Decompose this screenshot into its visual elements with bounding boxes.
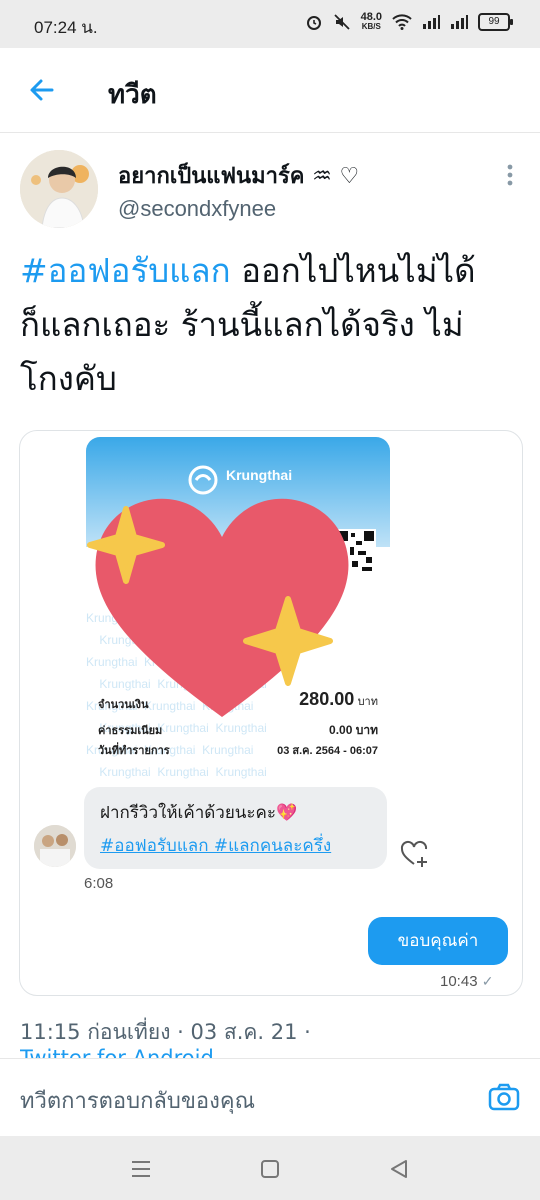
chat-avatar [34,825,76,867]
date-label: วันที่ทำรายการ [98,744,170,757]
incoming-message: ฝากรีวิวให้เค้าด้วยนะคะ💖 [100,803,298,823]
signal-icon [423,15,440,29]
incoming-time: 6:08 [84,875,114,892]
tweet-text: #ออฟอรับแลก ออกไปไหนไม่ได้ ก็แลกเถอะ ร้า… [20,244,525,406]
status-bar: 07:24 น. 48.0 KB/S 99 [0,0,540,48]
date-value: 03 ส.ค. 2564 - 06:07 [277,745,378,757]
tweet-text-line1: ออกไปไหนไม่ได้ [230,251,476,290]
date-row: วันที่ทำรายการ 03 ส.ค. 2564 - 06:07 [98,741,378,759]
chat-bubble-outgoing: ขอบคุณค่า [368,917,508,965]
camera-icon[interactable] [488,1081,520,1113]
wifi-icon [392,14,412,30]
tweet-text-line2: ก็แลกเถอะ ร้านนี้แลกได้จริง ไม่ [20,305,464,344]
home-icon[interactable] [257,1156,283,1182]
incoming-hashtags: #ออฟอรับแลก #แลกคนละครึ่ง [100,836,332,856]
mute-icon [333,14,350,30]
status-time: 07:24 น. [34,18,98,37]
status-icons: 48.0 KB/S 99 [305,11,513,32]
back-icon[interactable] [386,1156,412,1182]
system-nav-bar [0,1136,540,1200]
menu-icon[interactable] [128,1156,154,1182]
tweet-text-line3: โกงคับ [20,359,117,398]
battery-icon: 99 [478,13,513,31]
hashtag-link[interactable]: #ออฟอรับแลก [20,251,231,290]
tweet-image[interactable]: Krungthai Krungthai Krungthai Krungthai … [19,430,523,996]
page-title: ทวีต [108,80,157,110]
tweet-timestamp: 11:15 ก่อนเที่ยง · 03 ส.ค. 21 · [20,1020,311,1044]
user-handle[interactable]: @secondxfynee [118,196,276,222]
chat-bubble-incoming: ฝากรีวิวให้เค้าด้วยนะคะ💖 #ออฟอรับแลก #แล… [84,787,387,869]
read-check-icon: ✓ [481,973,494,989]
alarm-icon [306,16,321,30]
reply-bar: ทวีตการตอบกลับของคุณ [0,1058,540,1137]
app-bar: ทวีต [0,48,540,133]
back-arrow-icon[interactable] [26,74,58,106]
heart-add-icon [400,840,428,867]
more-vertical-icon[interactable] [500,162,520,188]
sparkling-heart-sticker [87,498,349,717]
outgoing-time: 10:43 ✓ [440,973,494,990]
display-name[interactable]: อยากเป็นแฟนมาร์ค ♒ ♡ [118,158,359,193]
reply-input[interactable]: ทวีตการตอบกลับของคุณ [20,1083,255,1118]
avatar[interactable] [20,150,98,228]
signal-icon-2 [451,15,468,29]
tweet-source[interactable]: Twitter for Android [20,1046,214,1058]
network-speed: 48.0 KB/S [360,11,382,32]
